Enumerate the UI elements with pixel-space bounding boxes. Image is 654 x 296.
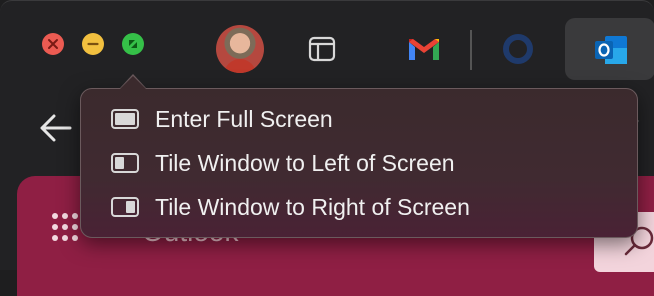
- app-launcher-icon[interactable]: [52, 213, 78, 243]
- tile-left-icon: [111, 153, 139, 173]
- menu-item-tile-right[interactable]: Tile Window to Right of Screen: [111, 190, 470, 224]
- menu-item-enter-full-screen[interactable]: Enter Full Screen: [111, 102, 333, 136]
- minimize-window-button[interactable]: [82, 33, 104, 55]
- circle-app-icon: [503, 34, 533, 64]
- close-icon: [48, 39, 58, 49]
- outlook-icon: [595, 36, 627, 64]
- tile-right-icon: [111, 197, 139, 217]
- sidebar-icon: [308, 36, 336, 62]
- menu-item-tile-left[interactable]: Tile Window to Left of Screen: [111, 146, 455, 180]
- tab-divider: [470, 30, 472, 70]
- full-screen-icon: [111, 109, 139, 129]
- zoom-menu: Enter Full Screen Tile Window to Left of…: [80, 88, 638, 238]
- gmail-icon: [409, 39, 439, 60]
- zoom-icon: [129, 40, 137, 48]
- menu-item-label: Tile Window to Right of Screen: [155, 193, 470, 220]
- outlook-tab[interactable]: [565, 18, 654, 80]
- close-window-button[interactable]: [42, 33, 64, 55]
- circle-app-tab[interactable]: [494, 25, 542, 73]
- menu-item-label: Enter Full Screen: [155, 105, 333, 132]
- minimize-icon: [87, 42, 99, 46]
- sidebar-tab[interactable]: [298, 25, 346, 73]
- avatar-shirt: [224, 59, 256, 73]
- menu-item-label: Tile Window to Left of Screen: [155, 149, 455, 176]
- profile-avatar[interactable]: [216, 25, 264, 73]
- back-arrow-icon[interactable]: [36, 108, 76, 148]
- zoom-window-button[interactable]: [122, 33, 144, 55]
- menu-pointer-fill: [120, 76, 146, 89]
- gmail-tab[interactable]: [400, 25, 448, 73]
